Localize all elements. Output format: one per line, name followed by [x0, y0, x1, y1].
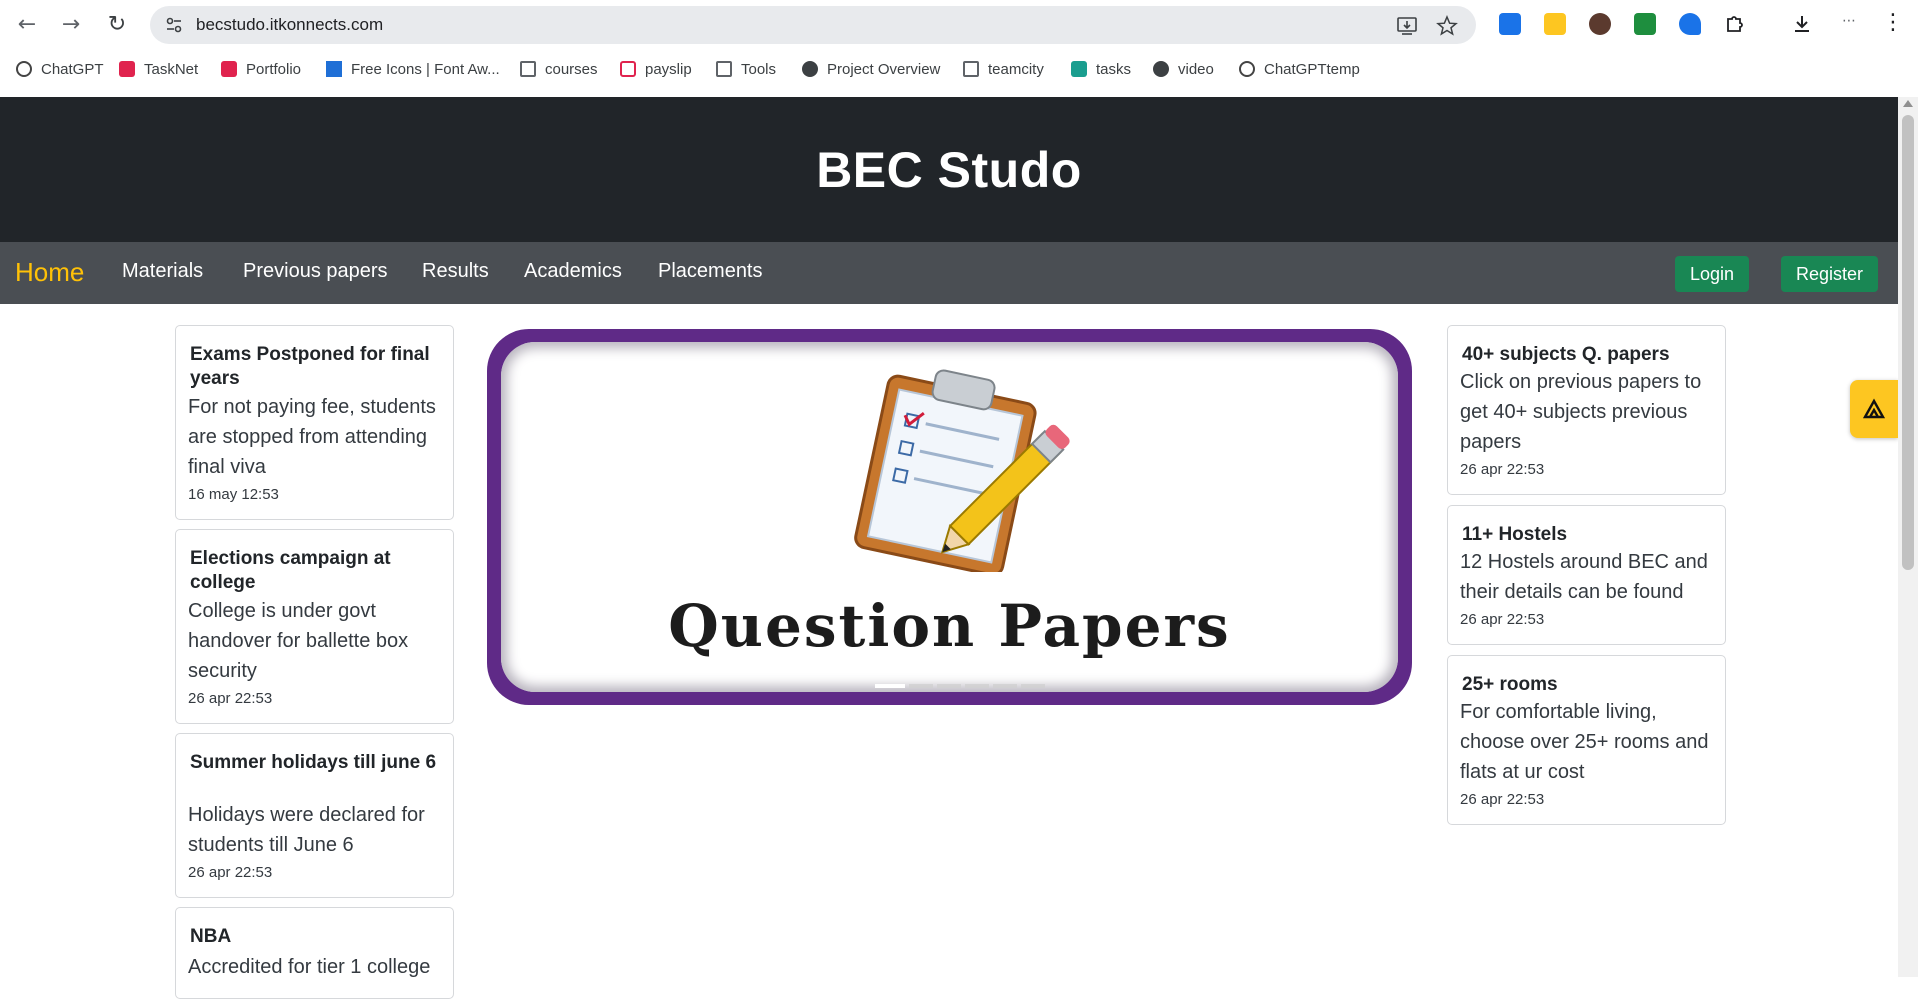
login-button[interactable]: Login [1675, 256, 1750, 292]
card-title: 11+ Hostels [1462, 524, 1568, 545]
nav-home[interactable]: Home [15, 257, 84, 288]
reload-icon[interactable]: ↻ [104, 12, 130, 38]
site-info-icon[interactable] [164, 15, 184, 35]
bookmark-item[interactable]: ChatGPT [16, 61, 104, 81]
card-title: Elections campaign at college [190, 548, 391, 593]
info-card[interactable]: 40+ subjects Q. papers Click on previous… [1447, 325, 1726, 495]
bookmark-item[interactable]: Free Icons | Font Aw... [326, 61, 500, 81]
card-time: 26 apr 22:53 [1460, 611, 1545, 628]
bookmark-item[interactable]: payslip [620, 61, 692, 81]
card-body: Click on previous papers to get 40+ subj… [1460, 371, 1702, 453]
nav-placements[interactable]: Placements [658, 260, 763, 283]
card-title: Exams Postponed for final years [190, 344, 430, 389]
card-time: 26 apr 22:53 [1460, 791, 1545, 808]
bookmark-folder[interactable]: courses [520, 61, 598, 81]
tasks-icon [1071, 61, 1087, 77]
news-card[interactable]: NBA Accredited for tier 1 college [175, 907, 454, 999]
news-card[interactable]: Elections campaign at college College is… [175, 529, 454, 724]
site-header: BEC Studo [0, 97, 1898, 242]
news-card[interactable]: Summer holidays till june 6 Holidays wer… [175, 733, 454, 898]
register-button[interactable]: Register [1781, 256, 1879, 292]
bookmark-item[interactable]: ChatGPTtemp [1239, 61, 1360, 81]
flag-icon [326, 61, 342, 77]
card-time: 26 apr 22:53 [1460, 461, 1545, 478]
globe-icon [802, 61, 818, 77]
card-time: 26 apr 22:53 [188, 864, 273, 881]
browser-toolbar: ← → ↻ becstudo.itkonnects.com ⋯ ⋮ [0, 0, 1918, 49]
url-text[interactable]: becstudo.itkonnects.com [196, 15, 383, 35]
download-icon[interactable] [1791, 13, 1813, 35]
card-body: For not paying fee, students are stopped… [188, 396, 436, 478]
bookmark-item[interactable]: TaskNet [119, 61, 198, 81]
card-title: Summer holidays till june 6 [190, 752, 437, 773]
site-navbar: Home Materials Previous papers Results A… [0, 242, 1898, 304]
bookmark-item[interactable]: Portfolio [221, 61, 301, 81]
back-arrow-icon[interactable]: ← [14, 12, 40, 38]
nav-materials[interactable]: Materials [122, 260, 203, 283]
extension-a-icon[interactable] [1544, 13, 1566, 35]
bookmark-item[interactable]: tasks [1071, 61, 1131, 81]
clipboard-pencil-icon [854, 369, 1070, 572]
extension-p-icon[interactable] [1499, 13, 1521, 35]
folder-icon [716, 61, 732, 77]
carousel-indicator[interactable] [937, 684, 961, 688]
carousel-indicator[interactable] [965, 684, 989, 688]
page-scrollbar[interactable] [1898, 97, 1918, 977]
folder-icon [963, 61, 979, 77]
info-card[interactable]: 11+ Hostels 12 Hostels around BEC and th… [1447, 505, 1726, 645]
nav-results[interactable]: Results [422, 260, 489, 283]
bookmark-folder[interactable]: teamcity [963, 61, 1044, 81]
chatgpt-icon [16, 61, 32, 77]
globe-icon [1153, 61, 1169, 77]
card-time: 26 apr 22:53 [188, 690, 273, 707]
card-body: Holidays were declared for students till… [188, 804, 425, 856]
carousel-indicator[interactable] [1021, 684, 1045, 688]
card-body: For comfortable living, choose over 25+ … [1460, 701, 1709, 783]
bookmarks-bar: ChatGPT TaskNet Portfolio Free Icons | F… [0, 52, 1918, 90]
scroll-up-arrow-icon[interactable] [1903, 100, 1913, 107]
more-dots-icon[interactable]: ⋯ [1836, 8, 1862, 34]
extension-blue-icon[interactable] [1679, 13, 1701, 35]
card-title: 40+ subjects Q. papers [1462, 344, 1670, 365]
folder-icon [520, 61, 536, 77]
nav-academics[interactable]: Academics [524, 260, 622, 283]
carousel-indicator[interactable] [993, 684, 1017, 688]
card-body: Accredited for tier 1 college [188, 956, 431, 978]
card-time: 16 may 12:53 [188, 486, 279, 503]
forward-arrow-icon[interactable]: → [58, 12, 84, 38]
angular-icon [119, 61, 135, 77]
bookmark-star-icon[interactable] [1436, 15, 1458, 37]
carousel-slide: Question Papers [501, 342, 1398, 692]
angular-icon [221, 61, 237, 77]
site-title: BEC Studo [816, 142, 1082, 198]
extension-a-icon [1863, 398, 1885, 419]
extensions-puzzle-icon[interactable] [1724, 13, 1746, 35]
extension-avatar-icon[interactable] [1589, 13, 1611, 35]
scrollbar-thumb[interactable] [1902, 115, 1914, 570]
bookmark-item[interactable]: Project Overview [802, 61, 940, 81]
extension-green-icon[interactable] [1634, 13, 1656, 35]
carousel-caption: Question Papers [668, 592, 1231, 660]
carousel-indicator[interactable] [875, 684, 905, 688]
bookmark-folder[interactable]: Tools [716, 61, 776, 81]
install-app-icon[interactable] [1396, 15, 1418, 37]
card-body: College is under govt handover for balle… [188, 600, 409, 682]
card-body: 12 Hostels around BEC and their details … [1460, 551, 1708, 603]
address-bar[interactable]: becstudo.itkonnects.com [150, 6, 1476, 44]
menu-kebab-icon[interactable]: ⋮ [1880, 10, 1906, 36]
card-title: NBA [190, 926, 232, 947]
news-card[interactable]: Exams Postponed for final years For not … [175, 325, 454, 520]
carousel-indicator[interactable] [909, 684, 933, 688]
bookmark-item[interactable]: video [1153, 61, 1214, 81]
nav-previous-papers[interactable]: Previous papers [243, 260, 388, 283]
chatgpt-icon [1239, 61, 1255, 77]
payslip-icon [620, 61, 636, 77]
floating-extension-button[interactable] [1850, 380, 1898, 438]
carousel[interactable]: Question Papers [487, 329, 1412, 705]
card-title: 25+ rooms [1462, 674, 1558, 695]
info-card[interactable]: 25+ rooms For comfortable living, choose… [1447, 655, 1726, 825]
